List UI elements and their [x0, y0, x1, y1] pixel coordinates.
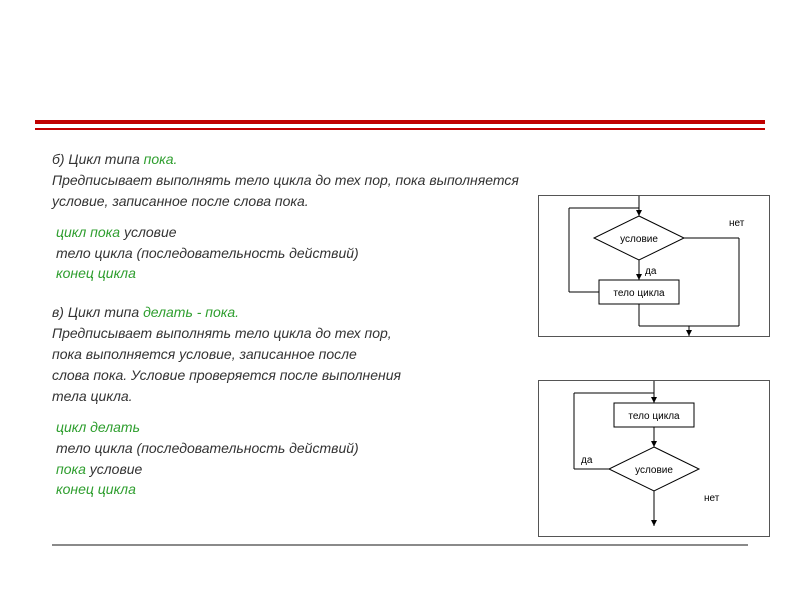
decorative-rule — [35, 120, 765, 130]
text: в) Цикл типа — [52, 304, 143, 320]
keyword: пока. — [144, 151, 178, 167]
no-label: нет — [704, 493, 720, 504]
yes-label: да — [581, 455, 593, 466]
decorative-footer-rule — [52, 544, 748, 546]
body-label: тело цикла — [628, 411, 680, 422]
section-b-title: б) Цикл типа пока. — [52, 150, 748, 169]
text: условие — [120, 224, 176, 240]
flowchart-while: условие да тело цикла нет — [538, 195, 770, 337]
text: условие — [86, 461, 142, 477]
no-label: нет — [729, 218, 745, 229]
flowchart-do-while: тело цикла условие да нет — [538, 380, 770, 537]
body-label: тело цикла — [613, 288, 665, 299]
keyword: делать - пока. — [143, 304, 239, 320]
text: б) Цикл типа — [52, 151, 144, 167]
section-b-desc-line1: Предписывает выполнять тело цикла до тех… — [52, 171, 748, 190]
keyword: пока — [56, 461, 86, 477]
yes-label: да — [645, 266, 657, 277]
section-v-desc-line2: пока выполняется условие, записанное пос… — [52, 345, 748, 364]
keyword: цикл пока — [56, 224, 120, 240]
condition-label: условие — [620, 234, 658, 245]
condition-label: условие — [635, 465, 673, 476]
